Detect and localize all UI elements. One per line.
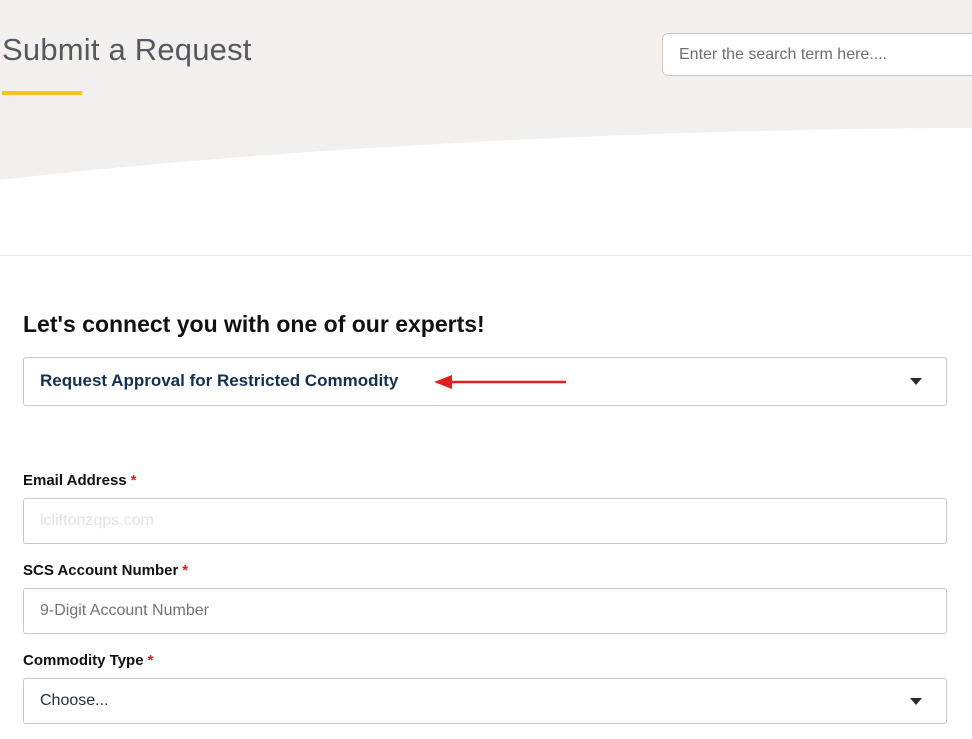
page-header-banner: Submit a Request xyxy=(0,0,972,256)
email-field[interactable] xyxy=(23,498,947,544)
header-divider xyxy=(0,255,972,256)
form-heading: Let's connect you with one of our expert… xyxy=(23,311,485,337)
account-number-field[interactable] xyxy=(23,588,947,634)
required-marker: * xyxy=(182,562,189,579)
title-underline xyxy=(2,91,82,95)
account-number-label: SCS Account Number * xyxy=(23,562,188,579)
required-marker: * xyxy=(147,652,154,669)
commodity-type-selected-value: Choose... xyxy=(40,692,109,709)
email-label: Email Address * xyxy=(23,472,137,489)
page-title: Submit a Request xyxy=(2,32,252,67)
chevron-down-icon xyxy=(910,698,922,705)
search-input[interactable] xyxy=(662,33,972,76)
submit-request-page: Submit a Request Let's connect you with … xyxy=(0,0,972,739)
commodity-type-label: Commodity Type * xyxy=(23,652,153,669)
account-number-label-text: SCS Account Number xyxy=(23,562,179,579)
chevron-down-icon xyxy=(910,378,922,385)
request-type-selected-value: Request Approval for Restricted Commodit… xyxy=(40,371,399,390)
required-marker: * xyxy=(130,472,137,489)
red-arrow-annotation xyxy=(434,375,566,389)
email-label-text: Email Address xyxy=(23,472,127,489)
commodity-type-select[interactable]: Choose... xyxy=(23,678,947,724)
commodity-type-label-text: Commodity Type xyxy=(23,652,144,669)
